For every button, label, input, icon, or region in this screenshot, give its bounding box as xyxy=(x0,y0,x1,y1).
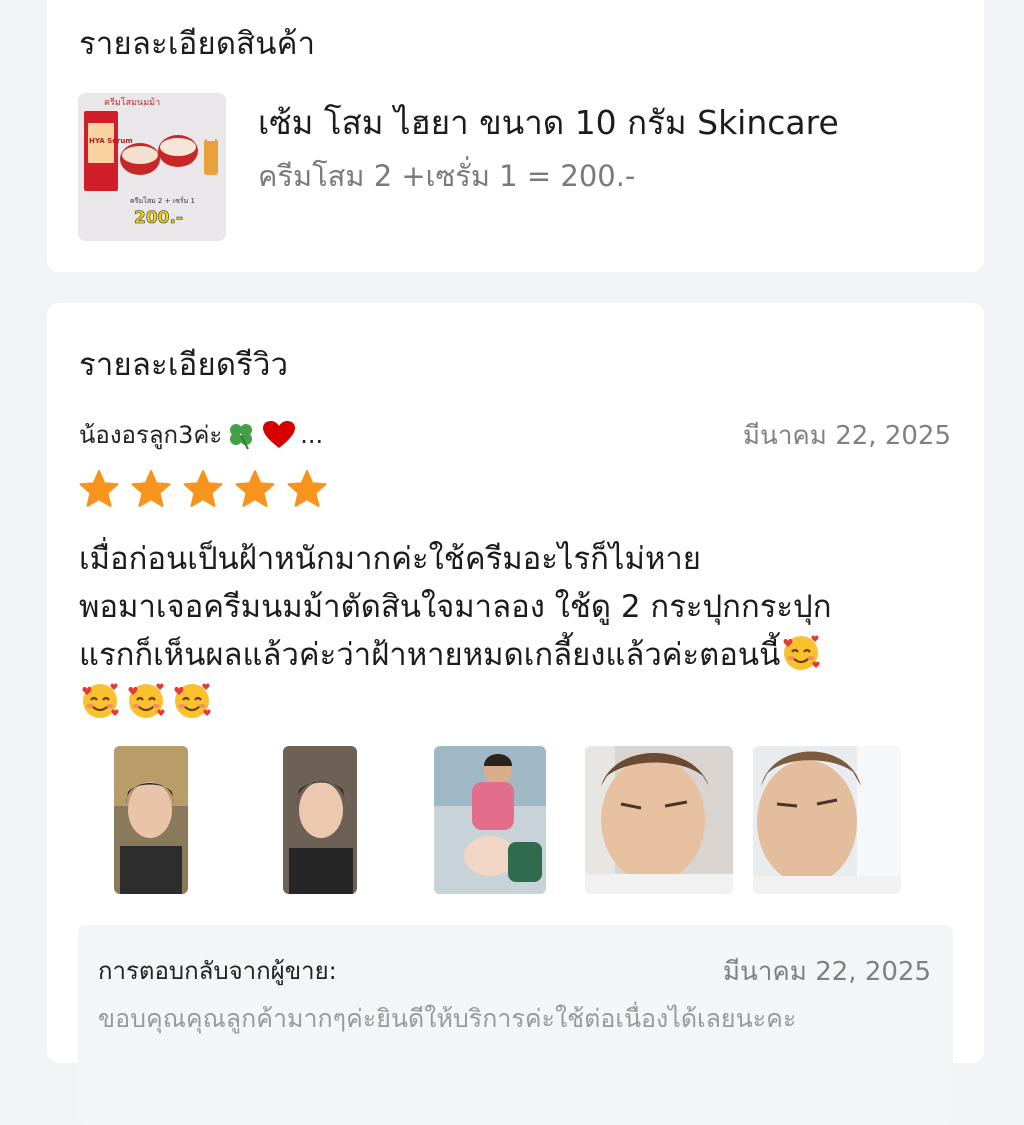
smiling-face-with-hearts-icon xyxy=(171,683,217,721)
review-photo-2[interactable] xyxy=(283,746,357,894)
review-photo-1[interactable] xyxy=(114,746,188,894)
thumb-top-label: ครีมโสมนมม้า xyxy=(104,97,160,108)
star-icon xyxy=(183,470,223,507)
reviewer-name: น้องอรลูก3ค่ะ ... xyxy=(79,415,323,454)
review-text-line-2: พอมาเจอครีมนมม้าตัดสินใจมาลอง ใช้ดู 2 กร… xyxy=(79,589,832,625)
review-text-line-1: เมื่อก่อนเป็นฝ้าหนักมากค่ะใช้ครีมอะไรก็ไ… xyxy=(79,541,701,577)
red-heart-icon xyxy=(263,420,296,448)
product-image: ครีมโสมนมม้า HYA Serum ครีมโสม 2 + เซรั่… xyxy=(78,93,226,241)
reviewer-ellipsis: ... xyxy=(300,420,324,449)
review-date: มีนาคม 22, 2025 xyxy=(742,421,951,451)
product-variant: ครีมโสม 2 +เซรั่ม 1 = 200.- xyxy=(258,159,636,193)
star-icon xyxy=(79,470,119,507)
seller-reply-label: การตอบกลับจากผู้ขาย: xyxy=(98,957,337,985)
review-text-line-3-text: แรกก็เห็นผลแล้วค่ะว่าฝ้าหายหมดเกลี้ยงแล้… xyxy=(79,637,781,673)
reviewer-name-text: น้องอรลูก3ค่ะ xyxy=(79,421,223,449)
smiling-face-with-hearts-icon xyxy=(79,683,125,721)
product-name[interactable]: เซ้ม โสม ไฮยา ขนาด 10 กรัม Skincare xyxy=(258,96,839,149)
product-section-title: รายละเอียดสินค้า xyxy=(79,26,316,62)
product-details-card: รายละเอียดสินค้า ครีมโสมนมม้า HYA Serum … xyxy=(47,0,984,272)
thumb-bottom-label: ครีมโสม 2 + เซรั่ม 1 xyxy=(130,196,195,205)
star-icon xyxy=(235,470,275,507)
seller-reply-box: การตอบกลับจากผู้ขาย: มีนาคม 22, 2025 ขอบ… xyxy=(78,925,953,1125)
review-details-card: รายละเอียดรีวิว น้องอรลูก3ค่ะ ... มีนาคม… xyxy=(47,303,984,1125)
smiling-face-with-hearts-icon xyxy=(125,683,171,721)
star-icon xyxy=(287,470,327,507)
product-thumbnail[interactable]: ครีมโสมนมม้า HYA Serum ครีมโสม 2 + เซรั่… xyxy=(78,93,226,241)
review-photo-5[interactable] xyxy=(753,746,901,894)
seller-reply-date: มีนาคม 22, 2025 xyxy=(722,957,931,987)
review-photo-4[interactable] xyxy=(585,746,733,894)
star-rating xyxy=(79,469,327,509)
review-photo-3[interactable] xyxy=(434,746,546,894)
smiling-face-with-hearts-icon xyxy=(780,635,826,673)
seller-reply-text: ขอบคุณคุณลูกค้ามากๆค่ะยินดีให้บริการค่ะใ… xyxy=(98,1004,797,1033)
thumb-box-label: HYA Serum xyxy=(89,137,133,145)
review-text-emojis xyxy=(79,679,959,727)
star-icon xyxy=(131,470,171,507)
four-leaf-clover-icon xyxy=(230,423,253,449)
review-text: เมื่อก่อนเป็นฝ้าหนักมากค่ะใช้ครีมอะไรก็ไ… xyxy=(79,535,959,727)
review-section-title: รายละเอียดรีวิว xyxy=(79,347,289,383)
thumb-price: 200.- xyxy=(134,208,183,228)
review-text-line-3: แรกก็เห็นผลแล้วค่ะว่าฝ้าหายหมดเกลี้ยงแล้… xyxy=(79,631,959,679)
